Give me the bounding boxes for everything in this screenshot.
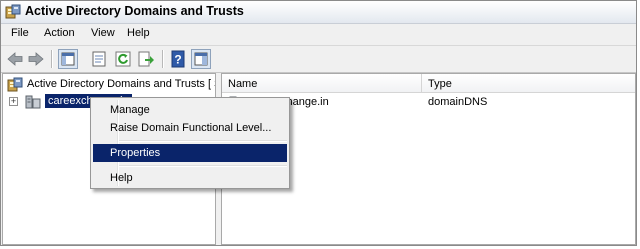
menu-item-raise-domain-functional-level[interactable]: Raise Domain Functional Level...	[93, 119, 287, 137]
menu-item-properties[interactable]: Properties	[93, 144, 287, 162]
list-item-type: domainDNS	[428, 96, 488, 108]
properties-icon[interactable]	[89, 49, 109, 69]
column-header-type[interactable]: Type	[422, 74, 635, 93]
svg-text:?: ?	[174, 53, 181, 67]
domain-icon	[24, 94, 42, 113]
menu-file[interactable]: File	[11, 27, 29, 39]
menu-separator	[119, 140, 287, 142]
menu-item-help[interactable]: Help	[93, 169, 287, 187]
toolbar-separator	[51, 50, 53, 68]
export-list-icon[interactable]	[136, 49, 156, 69]
ad-domains-app-icon	[5, 4, 21, 20]
console-tree-icon[interactable]	[58, 49, 78, 69]
mmc-window: Active Directory Domains and Trusts File…	[0, 0, 637, 246]
tree-root-label: Active Directory Domains and Trusts [ S	[27, 78, 216, 90]
menu-item-manage[interactable]: Manage	[93, 101, 287, 119]
toolbar: ?	[1, 45, 636, 73]
menu-separator	[119, 165, 287, 167]
forward-icon[interactable]	[26, 49, 46, 69]
show-hide-pane-icon[interactable]	[191, 49, 211, 69]
context-menu: Manage Raise Domain Functional Level... …	[90, 97, 290, 189]
menu-view[interactable]: View	[91, 27, 115, 39]
menu-action[interactable]: Action	[44, 27, 75, 39]
menu-help[interactable]: Help	[127, 27, 150, 39]
column-header-name[interactable]: Name	[222, 74, 422, 93]
menu-bar: File Action View Help	[1, 24, 636, 44]
back-icon[interactable]	[5, 49, 25, 69]
window-title: Active Directory Domains and Trusts	[25, 4, 244, 18]
expand-plus-icon[interactable]: +	[9, 97, 18, 106]
ad-domains-trusts-icon	[7, 77, 23, 96]
title-bar[interactable]: Active Directory Domains and Trusts	[1, 1, 636, 24]
help-icon[interactable]: ?	[168, 49, 188, 69]
toolbar-separator	[162, 50, 164, 68]
refresh-icon[interactable]	[113, 49, 133, 69]
